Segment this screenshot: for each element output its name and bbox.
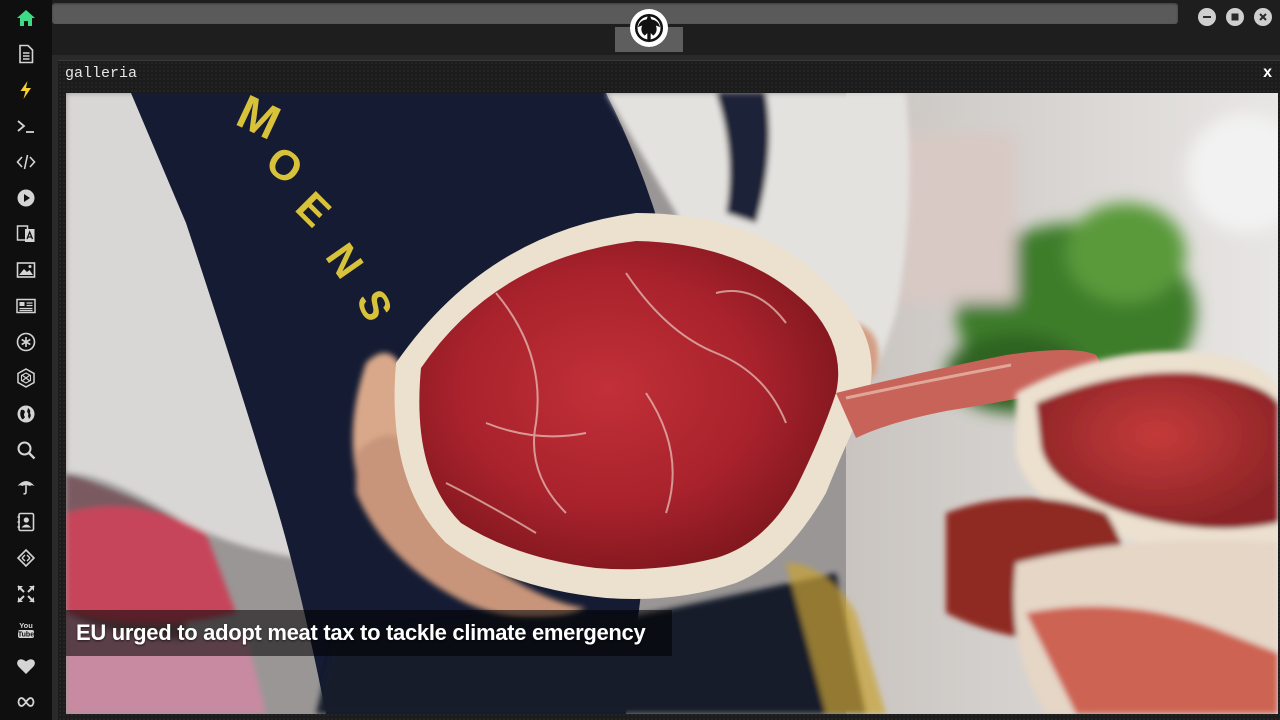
panel-close-button[interactable]: x [1263, 64, 1272, 82]
search-icon[interactable] [13, 437, 39, 463]
code-icon[interactable] [13, 149, 39, 175]
image-caption: EU urged to adopt meat tax to tackle cli… [76, 620, 646, 645]
maximize-icon[interactable] [1226, 8, 1244, 26]
play-icon[interactable] [13, 185, 39, 211]
close-icon[interactable] [1254, 8, 1272, 26]
contact-card-icon[interactable] [13, 509, 39, 535]
heart-icon[interactable] [13, 653, 39, 679]
fullscreen-icon[interactable] [13, 581, 39, 607]
image-icon[interactable] [13, 257, 39, 283]
caption-box: EU urged to adopt meat tax to tackle cli… [66, 610, 672, 656]
document-icon[interactable] [13, 41, 39, 67]
sidebar: You Tube [0, 0, 52, 720]
home-icon[interactable] [13, 5, 39, 31]
hexagon-icon[interactable] [13, 365, 39, 391]
transfer-icon[interactable] [13, 545, 39, 571]
youtube-icon[interactable]: You Tube [13, 617, 39, 643]
infinity-icon[interactable] [13, 689, 39, 715]
globe-icon[interactable] [13, 401, 39, 427]
rebel-alliance-icon[interactable] [630, 9, 668, 47]
gallery-image[interactable]: M O E N S EU urged to adopt meat tax to … [66, 93, 1278, 714]
panel-title: galleria [65, 65, 138, 82]
asterisk-icon[interactable] [13, 329, 39, 355]
svg-text:You: You [19, 621, 33, 630]
umbrella-icon[interactable] [13, 473, 39, 499]
newspaper-icon[interactable] [13, 293, 39, 319]
svg-text:Tube: Tube [18, 632, 34, 639]
address-bar[interactable] [52, 3, 1178, 24]
translate-icon[interactable] [13, 221, 39, 247]
lightning-icon[interactable] [13, 77, 39, 103]
minimize-icon[interactable] [1198, 8, 1216, 26]
terminal-icon[interactable] [13, 113, 39, 139]
